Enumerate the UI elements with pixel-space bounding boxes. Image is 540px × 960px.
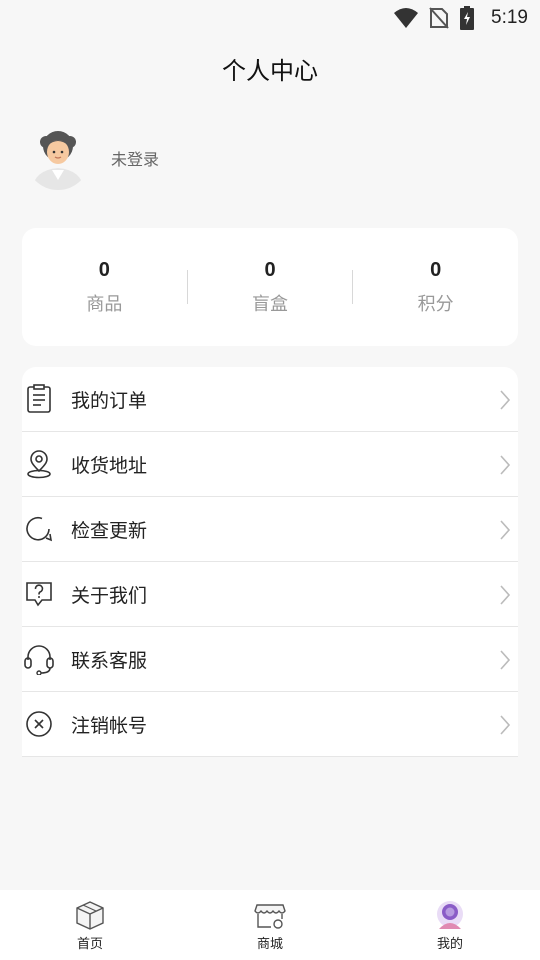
close-circle-icon xyxy=(23,708,55,740)
home-box-icon xyxy=(76,900,104,930)
stat-goods[interactable]: 0 商品 xyxy=(22,228,187,346)
status-time: 5:19 xyxy=(491,7,528,28)
status-bar: 5:19 xyxy=(0,0,540,36)
page-title: 个人中心 xyxy=(222,56,318,85)
menu-item-label: 检查更新 xyxy=(71,519,148,542)
chevron-right-icon xyxy=(500,585,511,605)
stats-card: 0 商品 0 盲盒 0 积分 xyxy=(22,228,518,346)
menu-item-label: 注销帐号 xyxy=(71,714,148,737)
header: 个人中心 xyxy=(0,36,540,100)
tab-label: 商城 xyxy=(256,936,283,952)
stat-points[interactable]: 0 积分 xyxy=(353,228,518,346)
stat-value: 0 xyxy=(264,258,276,281)
stat-label: 盲盒 xyxy=(252,293,288,315)
menu-item-label: 收货地址 xyxy=(71,454,148,477)
stat-blind-box[interactable]: 0 盲盒 xyxy=(188,228,353,346)
menu-item-orders[interactable]: 我的订单 xyxy=(22,367,518,432)
stat-label: 商品 xyxy=(86,293,123,315)
chevron-right-icon xyxy=(500,650,511,670)
tab-label: 首页 xyxy=(76,936,103,952)
help-icon xyxy=(23,578,55,610)
tab-store[interactable]: 商城 xyxy=(180,890,360,960)
menu-item-customer-service[interactable]: 联系客服 xyxy=(22,627,518,692)
wifi-icon xyxy=(394,8,419,28)
tab-profile[interactable]: 我的 xyxy=(360,890,540,960)
menu-item-update[interactable]: 检查更新 xyxy=(22,497,518,562)
chevron-right-icon xyxy=(500,455,511,475)
no-sim-icon xyxy=(429,7,449,29)
menu-list: 我的订单 收货地址 检查更新 关于我们 联系客服 注销帐号 xyxy=(22,367,518,757)
login-status[interactable]: 未登录 xyxy=(111,146,159,170)
chevron-right-icon xyxy=(500,520,511,540)
tab-home[interactable]: 首页 xyxy=(0,890,180,960)
stat-value: 0 xyxy=(98,258,110,281)
battery-charging-icon xyxy=(460,6,475,30)
menu-item-delete-account[interactable]: 注销帐号 xyxy=(22,692,518,757)
stat-label: 积分 xyxy=(417,293,454,315)
tab-label: 我的 xyxy=(436,936,463,952)
menu-item-label: 我的订单 xyxy=(71,389,148,412)
headset-icon xyxy=(23,643,55,675)
refresh-icon xyxy=(23,513,55,545)
chevron-right-icon xyxy=(500,390,511,410)
store-icon xyxy=(254,903,286,929)
order-list-icon xyxy=(23,383,55,415)
avatar-icon[interactable] xyxy=(26,126,90,190)
profile-section[interactable]: 未登录 xyxy=(26,120,506,196)
menu-item-label: 关于我们 xyxy=(71,584,148,607)
chevron-right-icon xyxy=(500,715,511,735)
stat-value: 0 xyxy=(430,258,442,281)
profile-icon xyxy=(437,900,463,929)
menu-item-about[interactable]: 关于我们 xyxy=(22,562,518,627)
bottom-tab-bar: 首页 商城 我的 xyxy=(0,890,540,960)
location-pin-icon xyxy=(23,448,55,480)
menu-item-address[interactable]: 收货地址 xyxy=(22,432,518,497)
menu-item-label: 联系客服 xyxy=(71,649,148,672)
